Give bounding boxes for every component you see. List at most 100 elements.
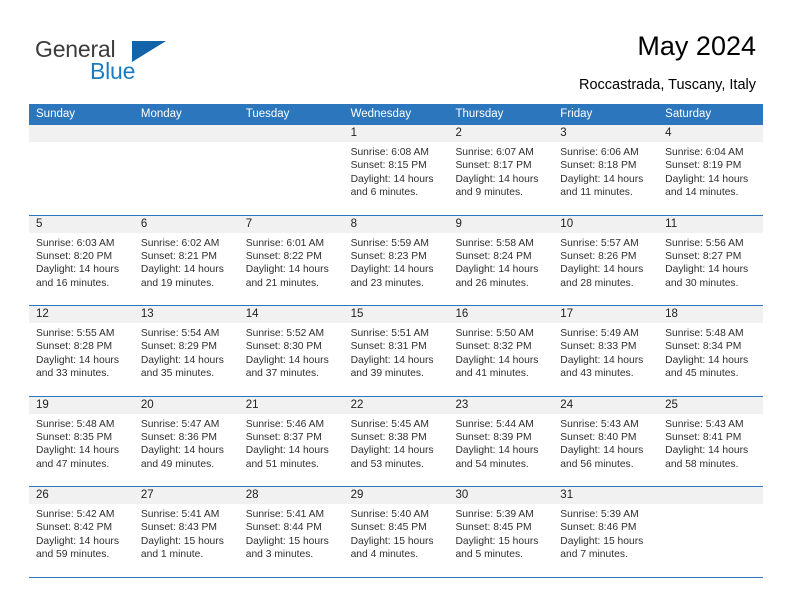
calendar-day-cell[interactable]: 2 Sunrise: 6:07 AM Sunset: 8:17 PM Daylight… <box>448 125 554 215</box>
day-number: 11 <box>658 215 764 233</box>
calendar-day-cell[interactable]: 7 Sunrise: 6:01 AM Sunset: 8:22 PM Daylight… <box>238 215 344 305</box>
daylight-text-line1: Daylight: 14 hours <box>350 354 434 366</box>
daylight-text-line1: Daylight: 14 hours <box>455 264 539 276</box>
sunset-text: Sunset: 8:21 PM <box>140 250 217 262</box>
calendar-day-cell[interactable]: 24 Sunrise: 5:43 AM Sunset: 8:40 PM Dayligh… <box>553 396 659 486</box>
day-number <box>29 125 134 142</box>
calendar-day-cell[interactable]: 4 Sunrise: 6:04 AM Sunset: 8:19 PM Daylight… <box>658 125 764 215</box>
day-sun-info: Sunrise: 5:41 AM Sunset: 8:43 PM Daylight:… <box>134 504 239 562</box>
day-sun-info: Sunrise: 5:54 AM Sunset: 8:29 PM Daylight:… <box>134 323 239 381</box>
sunrise-text: Sunrise: 6:04 AM <box>665 147 744 158</box>
day-sun-info: Sunrise: 5:44 AM Sunset: 8:39 PM Daylight:… <box>448 414 553 472</box>
calendar-day-cell[interactable]: 11 Sunrise: 5:56 AM Sunset: 8:27 PM Dayligh… <box>658 215 764 305</box>
daylight-text-line2: and 56 minutes. <box>560 458 634 470</box>
calendar-day-cell[interactable]: 21 Sunrise: 5:46 AM Sunset: 8:37 PM Dayligh… <box>238 396 344 486</box>
day-sun-info: Sunrise: 6:07 AM Sunset: 8:17 PM Daylight:… <box>448 142 553 200</box>
calendar-day-cell[interactable]: 27 Sunrise: 5:41 AM Sunset: 8:43 PM Dayligh… <box>133 487 239 577</box>
daylight-text-line2: and 30 minutes. <box>665 277 739 289</box>
day-number: 23 <box>448 396 554 414</box>
sunset-text: Sunset: 8:39 PM <box>455 431 532 443</box>
sunrise-text: Sunrise: 5:55 AM <box>36 328 115 339</box>
daylight-text-line1: Daylight: 14 hours <box>665 445 749 457</box>
sunrise-text: Sunrise: 5:43 AM <box>560 418 639 430</box>
day-number <box>133 125 239 142</box>
day-sun-info: Sunrise: 5:48 AM Sunset: 8:35 PM Daylight:… <box>29 414 134 472</box>
calendar-day-cell[interactable]: 9 Sunrise: 5:58 AM Sunset: 8:24 PM Daylight… <box>448 215 554 305</box>
day-sun-info: Sunrise: 5:39 AM Sunset: 8:46 PM Daylight:… <box>553 504 658 562</box>
sunrise-text: Sunrise: 5:39 AM <box>455 509 534 520</box>
weekday-header-tuesday: Tuesday <box>245 108 290 120</box>
sunrise-text: Sunrise: 6:02 AM <box>140 237 220 249</box>
day-sun-info: Sunrise: 5:47 AM Sunset: 8:36 PM Daylight:… <box>134 414 239 472</box>
daylight-text-line2: and 58 minutes. <box>665 458 739 470</box>
sunrise-text: Sunrise: 5:42 AM <box>36 509 115 520</box>
calendar-day-cell[interactable]: 31 Sunrise: 5:39 AM Sunset: 8:46 PM Dayligh… <box>553 487 659 577</box>
sunrise-text: Sunrise: 5:58 AM <box>455 237 534 249</box>
sunset-text: Sunset: 8:33 PM <box>560 341 637 353</box>
calendar-day-cell-empty <box>658 487 764 577</box>
calendar-day-cell-empty <box>29 125 134 215</box>
sunset-text: Sunset: 8:26 PM <box>560 250 637 262</box>
calendar-day-cell[interactable]: 23 Sunrise: 5:44 AM Sunset: 8:39 PM Dayligh… <box>448 396 554 486</box>
daylight-text-line2: and 26 minutes. <box>455 277 529 289</box>
daylight-text-line2: and 49 minutes. <box>140 458 215 470</box>
calendar-day-cell[interactable]: 5 Sunrise: 6:03 AM Sunset: 8:20 PM Daylight… <box>29 215 134 305</box>
calendar-day-cell[interactable]: 6 Sunrise: 6:02 AM Sunset: 8:21 PM Daylight… <box>133 215 239 305</box>
day-sun-info: Sunrise: 5:58 AM Sunset: 8:24 PM Daylight:… <box>448 233 553 291</box>
general-blue-logo[interactable]: General Blue <box>35 36 215 92</box>
daylight-text-line2: and 14 minutes. <box>665 187 739 199</box>
day-number: 21 <box>238 396 344 414</box>
daylight-text-line2: and 9 minutes. <box>455 187 523 199</box>
daylight-text-line2: and 4 minutes. <box>350 549 419 561</box>
calendar-day-cell[interactable]: 10 Sunrise: 5:57 AM Sunset: 8:26 PM Dayligh… <box>553 215 659 305</box>
daylight-text-line2: and 47 minutes. <box>36 458 110 470</box>
daylight-text-line1: Daylight: 14 hours <box>140 264 224 276</box>
day-number: 2 <box>448 125 554 142</box>
sunrise-text: Sunrise: 6:01 AM <box>245 237 325 249</box>
calendar-day-cell[interactable]: 18 Sunrise: 5:48 AM Sunset: 8:34 PM Dayligh… <box>658 306 764 396</box>
sunset-text: Sunset: 8:40 PM <box>560 431 637 443</box>
sunrise-text: Sunrise: 5:54 AM <box>140 328 220 339</box>
calendar-day-cell[interactable]: 12 Sunrise: 5:55 AM Sunset: 8:28 PM Dayligh… <box>29 306 134 396</box>
calendar-day-cell[interactable]: 30 Sunrise: 5:39 AM Sunset: 8:45 PM Dayligh… <box>448 487 554 577</box>
day-number <box>238 125 344 142</box>
day-number: 4 <box>658 125 764 142</box>
calendar-day-cell[interactable]: 28 Sunrise: 5:41 AM Sunset: 8:44 PM Dayligh… <box>238 487 344 577</box>
daylight-text-line2: and 5 minutes. <box>455 549 523 561</box>
day-sun-info: Sunrise: 5:50 AM Sunset: 8:32 PM Daylight:… <box>448 323 553 381</box>
daylight-text-line2: and 35 minutes. <box>140 368 215 380</box>
day-number: 18 <box>658 306 764 323</box>
day-number: 9 <box>448 215 554 233</box>
day-number: 8 <box>343 215 449 233</box>
calendar-day-cell[interactable]: 8 Sunrise: 5:59 AM Sunset: 8:23 PM Daylight… <box>343 215 449 305</box>
weekday-header-row: Sunday Monday Tuesday Wednesday Thursday… <box>29 104 763 125</box>
day-number: 27 <box>133 487 239 504</box>
calendar-day-cell[interactable]: 25 Sunrise: 5:43 AM Sunset: 8:41 PM Dayligh… <box>658 396 764 486</box>
daylight-text-line2: and 51 minutes. <box>245 458 319 470</box>
calendar-day-cell[interactable]: 16 Sunrise: 5:50 AM Sunset: 8:32 PM Dayligh… <box>448 306 554 396</box>
weekday-header-sunday: Sunday <box>36 108 76 120</box>
sunset-text: Sunset: 8:24 PM <box>455 250 532 262</box>
day-sun-info: Sunrise: 6:02 AM Sunset: 8:21 PM Daylight:… <box>134 233 239 291</box>
calendar-day-cell[interactable]: 17 Sunrise: 5:49 AM Sunset: 8:33 PM Dayligh… <box>553 306 659 396</box>
calendar-day-cell-empty <box>238 125 344 215</box>
sunrise-text: Sunrise: 5:45 AM <box>350 418 429 430</box>
calendar-day-cell[interactable]: 14 Sunrise: 5:52 AM Sunset: 8:30 PM Dayligh… <box>238 306 344 396</box>
calendar-day-cell[interactable]: 19 Sunrise: 5:48 AM Sunset: 8:35 PM Dayligh… <box>29 396 134 486</box>
calendar-day-cell[interactable]: 15 Sunrise: 5:51 AM Sunset: 8:31 PM Dayligh… <box>343 306 449 396</box>
calendar-day-cell[interactable]: 26 Sunrise: 5:42 AM Sunset: 8:42 PM Dayligh… <box>29 487 134 577</box>
calendar-day-cell[interactable]: 1 Sunrise: 6:08 AM Sunset: 8:15 PM Daylight… <box>343 125 449 215</box>
sunset-text: Sunset: 8:28 PM <box>36 341 113 353</box>
sunrise-text: Sunrise: 5:48 AM <box>665 328 744 339</box>
day-number: 13 <box>133 306 239 323</box>
calendar-day-cell[interactable]: 3 Sunrise: 6:06 AM Sunset: 8:18 PM Daylight… <box>553 125 659 215</box>
sunrise-text: Sunrise: 5:59 AM <box>350 237 429 249</box>
calendar-day-cell[interactable]: 20 Sunrise: 5:47 AM Sunset: 8:36 PM Dayligh… <box>133 396 239 486</box>
sunrise-text: Sunrise: 5:52 AM <box>245 328 325 339</box>
calendar-day-cell[interactable]: 29 Sunrise: 5:40 AM Sunset: 8:45 PM Dayligh… <box>343 487 449 577</box>
daylight-text-line1: Daylight: 14 hours <box>665 173 749 185</box>
calendar-day-cell[interactable]: 22 Sunrise: 5:45 AM Sunset: 8:38 PM Dayligh… <box>343 396 449 486</box>
day-number: 7 <box>238 215 344 233</box>
sunset-text: Sunset: 8:17 PM <box>455 160 532 172</box>
calendar-day-cell[interactable]: 13 Sunrise: 5:54 AM Sunset: 8:29 PM Dayligh… <box>133 306 239 396</box>
